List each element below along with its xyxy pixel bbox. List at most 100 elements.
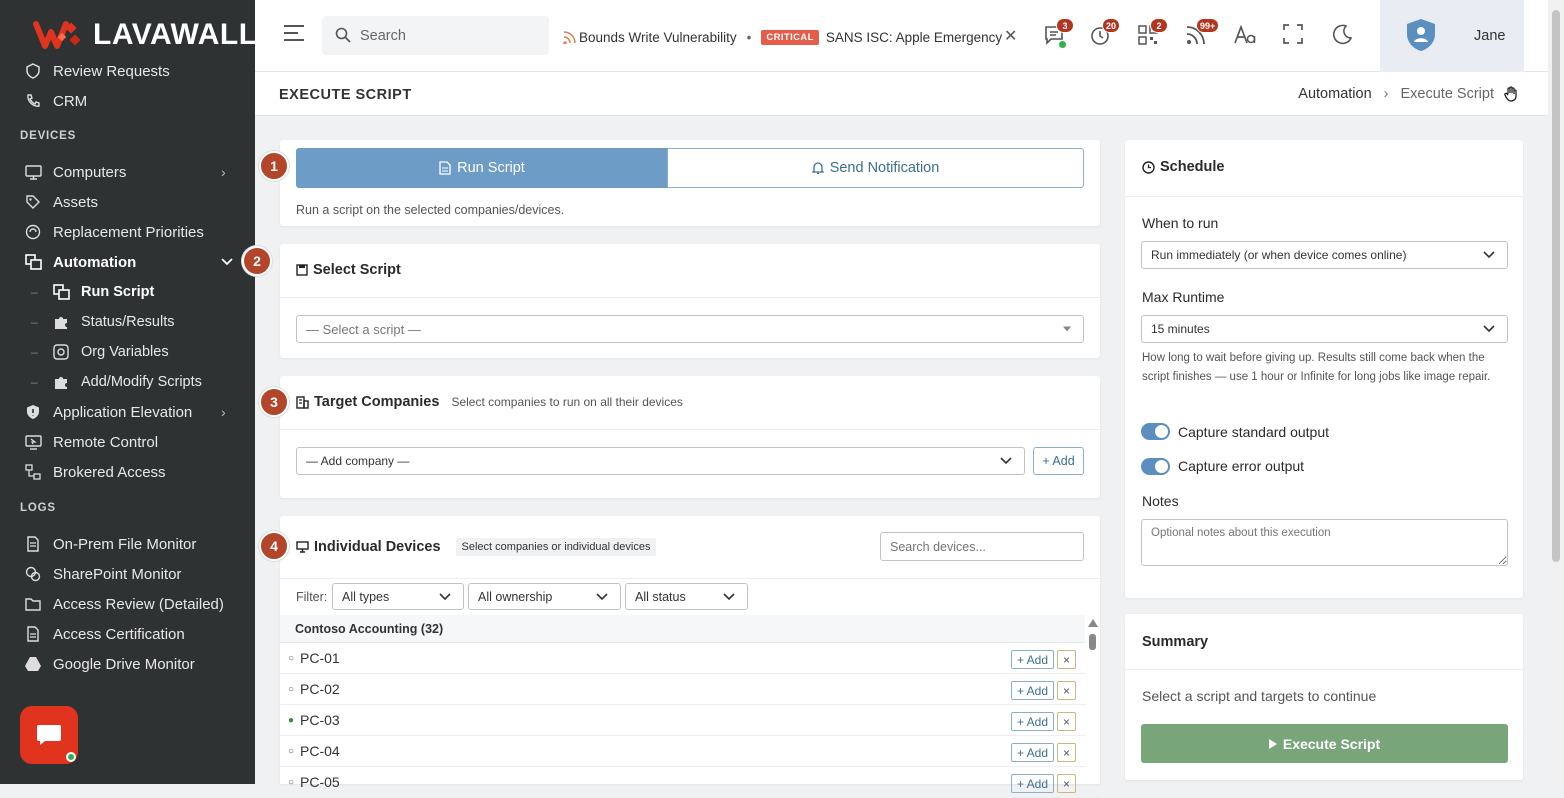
sidebar-item-access-certification[interactable]: Access Certification	[0, 619, 255, 649]
script-save-icon	[296, 264, 308, 276]
sidebar-item-assets[interactable]: Assets	[0, 187, 255, 217]
sidebar-item-access-review[interactable]: Access Review (Detailed)	[0, 589, 255, 619]
news-ticker[interactable]: Bounds Write Vulnerability • CRITICAL SA…	[563, 26, 1013, 48]
ticker-item[interactable]: SANS ISC: Apple Emergency	[826, 30, 1002, 45]
sidebar-item-remote-control[interactable]: Remote Control	[0, 427, 255, 457]
company-select[interactable]: — Add company —	[296, 447, 1025, 475]
alerts-button[interactable]: 20	[1089, 18, 1121, 50]
exclude-device-button[interactable]: ×	[1057, 650, 1076, 669]
hand-icon[interactable]	[1504, 86, 1518, 102]
sidebar-item-label: On-Prem File Monitor	[53, 535, 197, 553]
chevron-down-icon	[221, 258, 233, 266]
sidebar-item-sharepoint-monitor[interactable]: SharePoint Monitor	[0, 559, 255, 589]
device-group-name: Contoso Accounting (32)	[295, 622, 444, 636]
feed-button[interactable]: 99+	[1185, 18, 1220, 50]
filter-ownership-select[interactable]: All ownership	[468, 583, 621, 610]
sidebar-item-replacement-priorities[interactable]: Replacement Priorities	[0, 217, 255, 247]
device-name: PC-02	[300, 681, 340, 697]
company-select-value: — Add company —	[306, 454, 410, 468]
sidebar-item-org-variables[interactable]: – Org Variables	[0, 337, 255, 367]
sidebar-item-on-prem-file-monitor[interactable]: On-Prem File Monitor	[0, 529, 255, 559]
add-device-button[interactable]: + Add	[1011, 743, 1054, 762]
automation-icon	[52, 283, 70, 301]
notes-textarea[interactable]	[1141, 519, 1508, 566]
brand-logo[interactable]: LAVAWALL®	[33, 18, 255, 52]
sidebar-item-brokered-access[interactable]: Brokered Access	[0, 457, 255, 487]
tab-label: Send Notification	[829, 160, 940, 176]
sidebar-item-computers[interactable]: Computers ›	[0, 157, 255, 187]
when-to-run-select[interactable]: Run immediately (or when device comes on…	[1141, 241, 1508, 269]
close-icon[interactable]: ✕	[1004, 26, 1017, 46]
search-input[interactable]	[360, 16, 540, 55]
exclude-device-button[interactable]: ×	[1057, 712, 1076, 731]
script-select[interactable]: — Select a script —	[296, 315, 1084, 343]
fullscreen-button[interactable]	[1283, 24, 1309, 50]
chevron-right-icon: ›	[1383, 86, 1389, 102]
filter-status-select[interactable]: All status	[625, 583, 748, 610]
automation-icon	[24, 253, 42, 271]
sidebar-item-add-modify-scripts[interactable]: – Add/Modify Scripts	[0, 367, 255, 397]
exclude-device-button[interactable]: ×	[1057, 681, 1076, 700]
execute-script-button[interactable]: Execute Script	[1141, 724, 1508, 763]
sidebar-item-google-drive-monitor[interactable]: Google Drive Monitor	[0, 649, 255, 679]
device-status-dot: ○	[288, 652, 295, 664]
add-device-button[interactable]: + Add	[1011, 712, 1054, 731]
summary-text: Select a script and targets to continue	[1142, 688, 1377, 704]
monitor-icon	[296, 541, 309, 553]
individual-devices-title: Individual Devices Select companies or i…	[296, 538, 657, 556]
sidebar-item-application-elevation[interactable]: Application Elevation ›	[0, 397, 255, 427]
sidebar-item-review-requests[interactable]: Review Requests	[0, 56, 255, 86]
device-row[interactable]: ○ PC-02 + Add ×	[280, 674, 1100, 705]
chevron-down-icon	[1483, 251, 1495, 259]
hamburger-menu-icon[interactable]	[283, 24, 305, 42]
summary-title: Summary	[1142, 634, 1209, 650]
breadcrumb-link[interactable]: Automation	[1298, 86, 1371, 102]
capture-stderr-toggle[interactable]	[1141, 458, 1170, 475]
sidebar-item-status-results[interactable]: – Status/Results	[0, 307, 255, 337]
font-size-button[interactable]	[1233, 24, 1259, 50]
file-server-icon	[24, 535, 42, 553]
max-runtime-select[interactable]: 15 minutes	[1141, 315, 1508, 343]
sidebar-item-run-script[interactable]: – Run Script	[0, 277, 255, 307]
dark-mode-button[interactable]	[1331, 24, 1357, 50]
scroll-up-icon	[1088, 619, 1098, 627]
google-drive-icon	[24, 655, 42, 673]
device-search-input[interactable]	[880, 532, 1084, 561]
device-row[interactable]: ● PC-03 + Add ×	[280, 705, 1100, 736]
add-company-button[interactable]: + Add	[1033, 447, 1084, 475]
ticker-item[interactable]: Bounds Write Vulnerability	[579, 30, 737, 45]
add-device-button[interactable]: + Add	[1011, 681, 1054, 700]
filter-label: Filter:	[296, 590, 328, 604]
device-name: PC-04	[300, 743, 340, 759]
device-row[interactable]: ○ PC-01 + Add ×	[280, 643, 1100, 674]
tab-send-notification[interactable]: Send Notification	[667, 148, 1084, 188]
phone-book-icon	[24, 92, 42, 110]
chevron-right-icon: ›	[221, 404, 226, 420]
device-list-scrollbar[interactable]	[1086, 615, 1100, 784]
capture-stdout-toggle[interactable]	[1141, 423, 1170, 440]
clock-icon	[1142, 160, 1155, 174]
user-menu[interactable]: Jane	[1380, 0, 1524, 72]
device-row[interactable]: ○ PC-05 + Add ×	[280, 767, 1100, 798]
qr-button[interactable]: 2	[1137, 18, 1168, 50]
filter-type-select[interactable]: All types	[332, 583, 464, 610]
exclude-device-button[interactable]: ×	[1057, 743, 1076, 762]
device-group-header[interactable]: Contoso Accounting (32)	[280, 615, 1085, 643]
sidebar-item-automation[interactable]: Automation	[0, 247, 255, 277]
scroll-thumb[interactable]	[1552, 10, 1560, 562]
sidebar-item-label: Status/Results	[81, 314, 175, 330]
sidebar-item-label: Remote Control	[53, 433, 159, 451]
fullscreen-icon	[1283, 24, 1303, 44]
add-device-button[interactable]: + Add	[1011, 650, 1054, 669]
page-scrollbar[interactable]	[1548, 0, 1564, 784]
messages-button[interactable]: 3	[1043, 18, 1074, 50]
chat-bubble-icon	[37, 725, 61, 745]
page-title: EXECUTE SCRIPT	[279, 87, 412, 103]
chevron-down-icon	[1000, 457, 1012, 465]
scroll-thumb[interactable]	[1089, 634, 1096, 650]
sidebar-item-label: CRM	[53, 92, 88, 110]
tab-run-script[interactable]: Run Script	[296, 148, 668, 188]
device-row[interactable]: ○ PC-04 + Add ×	[280, 736, 1100, 767]
sidebar-item-crm[interactable]: CRM	[0, 86, 255, 116]
user-name: Jane	[1474, 28, 1506, 44]
